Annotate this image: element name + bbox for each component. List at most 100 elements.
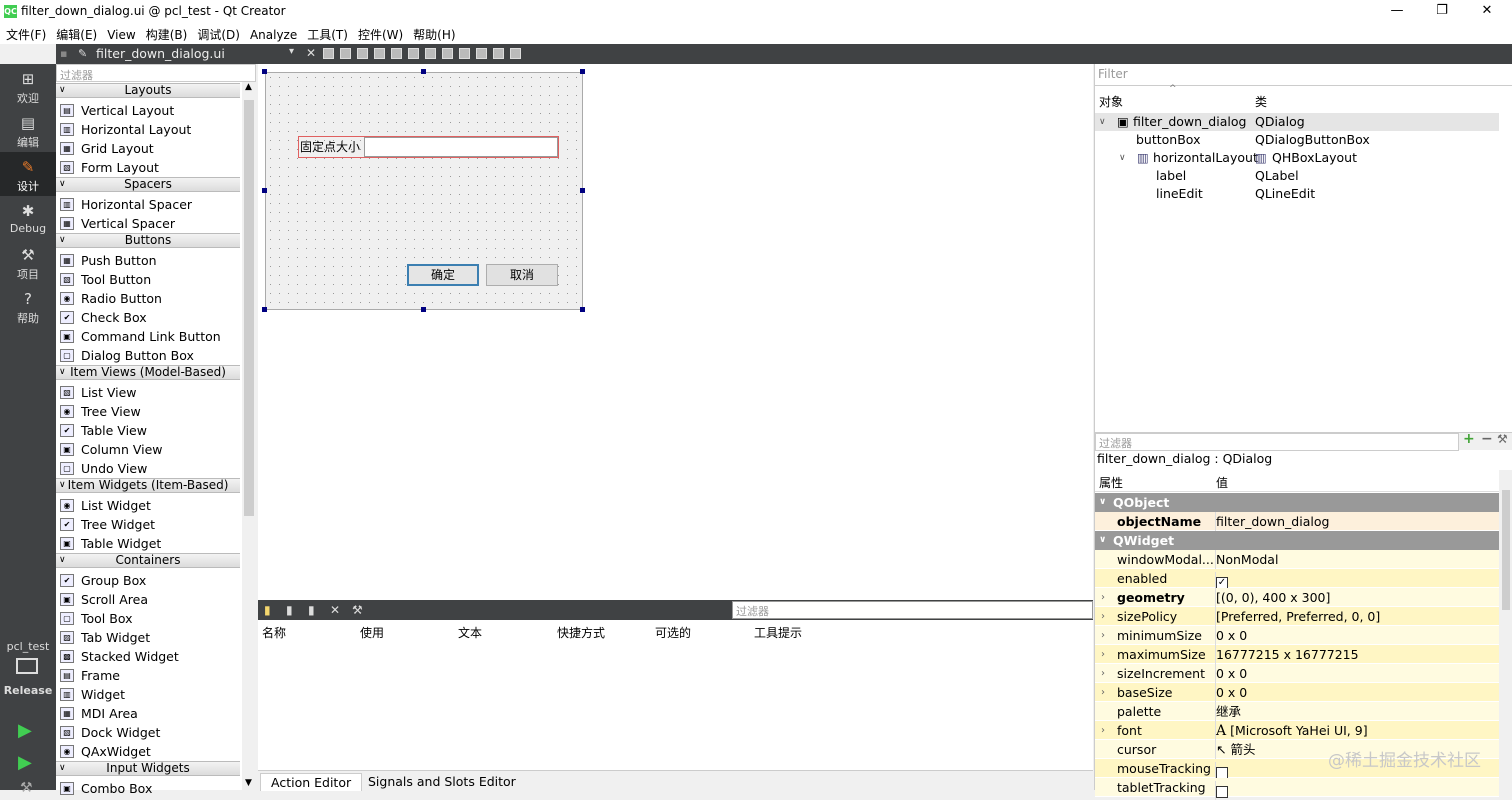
resize-handle[interactable]: [580, 307, 585, 312]
object-row[interactable]: ∨ ▣ filter_down_dialog QDialog: [1095, 113, 1499, 131]
layout-splitter-h-icon[interactable]: [425, 48, 436, 59]
expand-icon[interactable]: ›: [1101, 721, 1105, 740]
form-line-edit[interactable]: [364, 137, 558, 157]
collapse-icon[interactable]: ∨: [59, 178, 66, 191]
open-file-name[interactable]: filter_down_dialog.ui: [96, 46, 225, 61]
close-file-icon[interactable]: ✕: [306, 46, 316, 60]
configure-icon[interactable]: ⚒: [352, 603, 363, 617]
scroll-thumb[interactable]: [244, 100, 254, 516]
widget-filter-input[interactable]: 过滤器: [56, 64, 256, 82]
menu-file[interactable]: 文件(F): [0, 23, 50, 43]
font-value[interactable]: A [Microsoft YaHei UI, 9]: [1215, 721, 1368, 741]
expand-icon[interactable]: ›: [1101, 683, 1105, 702]
maximize-button[interactable]: ❐: [1427, 2, 1457, 20]
property-editor-scrollbar[interactable]: [1499, 470, 1512, 790]
tab-signals-slots[interactable]: Signals and Slots Editor: [358, 773, 526, 791]
widget-item[interactable]: ▣ Column View: [56, 440, 240, 459]
property-row[interactable]: › minimumSize 0 x 0: [1095, 626, 1499, 645]
menu-tools[interactable]: 工具(T): [301, 23, 352, 43]
widget-item[interactable]: ◉ List Widget: [56, 496, 240, 515]
widget-item[interactable]: ✔ Tree Widget: [56, 515, 240, 534]
widget-item[interactable]: ▥ Widget: [56, 685, 240, 704]
widget-item[interactable]: ▦ Grid Layout: [56, 139, 240, 158]
form-cancel-button[interactable]: 取消: [486, 264, 558, 286]
widget-item[interactable]: ▩ Stacked Widget: [56, 647, 240, 666]
widget-item[interactable]: ▧ List View: [56, 383, 240, 402]
expand-icon[interactable]: ›: [1101, 664, 1105, 683]
collapse-icon[interactable]: ∨: [59, 84, 66, 97]
property-group-qobject[interactable]: ∨ QObject: [1095, 493, 1499, 512]
resize-handle[interactable]: [262, 307, 267, 312]
collapse-icon[interactable]: ∨: [1099, 493, 1106, 512]
minimize-button[interactable]: —: [1382, 2, 1412, 20]
property-row[interactable]: › maximumSize 16777215 x 16777215: [1095, 645, 1499, 664]
form-label[interactable]: 固定点大小: [299, 137, 361, 157]
property-value[interactable]: 继承: [1215, 702, 1241, 721]
widget-item[interactable]: ▢ Tool Box: [56, 609, 240, 628]
layout-horizontal-icon[interactable]: [391, 48, 402, 59]
kit-config[interactable]: Release: [0, 684, 56, 697]
menu-view[interactable]: View: [101, 25, 139, 42]
object-row[interactable]: label QLabel: [1095, 167, 1499, 185]
menu-build[interactable]: 构建(B): [140, 23, 192, 43]
col-text[interactable]: 文本: [458, 624, 482, 641]
col-shortcut[interactable]: 快捷方式: [557, 624, 605, 641]
widget-item[interactable]: ▣ Combo Box: [56, 779, 240, 798]
widget-category[interactable]: ∨ Buttons: [56, 233, 240, 248]
edit-buddies-icon[interactable]: [357, 48, 368, 59]
widget-item[interactable]: ▦ MDI Area: [56, 704, 240, 723]
checkbox-checked-icon[interactable]: ✓: [1216, 576, 1228, 589]
collapse-icon[interactable]: ∨: [59, 366, 66, 379]
debug-run-icon[interactable]: ▶: [18, 752, 32, 773]
file-dropdown-icon[interactable]: ▾: [289, 46, 294, 57]
collapse-icon[interactable]: ∨: [59, 554, 66, 567]
remove-property-icon[interactable]: −: [1481, 431, 1493, 447]
resize-handle[interactable]: [580, 69, 585, 74]
edit-tab-order-icon[interactable]: [374, 48, 385, 59]
widget-item[interactable]: ▣ Table Widget: [56, 534, 240, 553]
property-value[interactable]: 0 x 0: [1215, 626, 1247, 645]
property-value[interactable]: [Preferred, Preferred, 0, 0]: [1215, 607, 1380, 626]
object-filter-input[interactable]: Filter: [1095, 64, 1512, 86]
collapse-icon[interactable]: ∨: [1119, 149, 1126, 167]
checkbox-unchecked-icon[interactable]: [1216, 766, 1228, 779]
close-button[interactable]: ✕: [1472, 2, 1502, 20]
property-row[interactable]: palette 继承: [1095, 702, 1499, 721]
widget-item[interactable]: ✔ Group Box: [56, 571, 240, 590]
mode-edit[interactable]: ▤ 编辑: [0, 108, 56, 152]
property-row[interactable]: › baseSize 0 x 0: [1095, 683, 1499, 702]
layout-grid-icon[interactable]: [476, 48, 487, 59]
property-group-qwidget[interactable]: ∨ QWidget: [1095, 531, 1499, 550]
property-row[interactable]: › sizeIncrement 0 x 0: [1095, 664, 1499, 683]
resize-handle[interactable]: [262, 188, 267, 193]
collapse-icon[interactable]: ∨: [1099, 113, 1106, 131]
widget-item[interactable]: ▢ Undo View: [56, 459, 240, 478]
col-object[interactable]: 对象: [1099, 93, 1123, 110]
widget-item[interactable]: ▢ Dialog Button Box: [56, 346, 240, 365]
layout-vertical-icon[interactable]: [408, 48, 419, 59]
col-tooltip[interactable]: 工具提示: [754, 624, 802, 641]
action-filter-input[interactable]: 过滤器: [732, 601, 1093, 619]
collapse-icon[interactable]: ∨: [59, 234, 66, 247]
collapse-icon[interactable]: ∨: [1099, 531, 1106, 550]
scroll-up-icon[interactable]: ▲: [245, 82, 252, 92]
break-layout-icon[interactable]: [493, 48, 504, 59]
widget-item[interactable]: ▧ Dock Widget: [56, 723, 240, 742]
tab-action-editor[interactable]: Action Editor: [260, 773, 363, 791]
menu-widgets[interactable]: 控件(W): [352, 23, 407, 43]
menu-analyze[interactable]: Analyze: [244, 25, 301, 42]
widget-item[interactable]: ▥ Horizontal Spacer: [56, 195, 240, 214]
property-row[interactable]: enabled ✓: [1095, 569, 1499, 591]
widget-category[interactable]: ∨ Item Widgets (Item-Based): [56, 478, 240, 493]
menu-help[interactable]: 帮助(H): [407, 23, 459, 43]
property-value[interactable]: 16777215 x 16777215: [1215, 645, 1359, 664]
menu-debug[interactable]: 调试(D): [191, 23, 244, 43]
property-value[interactable]: [(0, 0), 400 x 300]: [1215, 588, 1330, 607]
widget-category[interactable]: ∨ Layouts: [56, 83, 240, 98]
widget-item[interactable]: ▤ Vertical Layout: [56, 101, 240, 120]
resize-handle[interactable]: [580, 188, 585, 193]
col-value[interactable]: 值: [1216, 474, 1228, 491]
run-icon[interactable]: ▶: [18, 720, 32, 741]
col-checkable[interactable]: 可选的: [655, 624, 691, 641]
collapse-icon[interactable]: ∨: [59, 762, 66, 775]
